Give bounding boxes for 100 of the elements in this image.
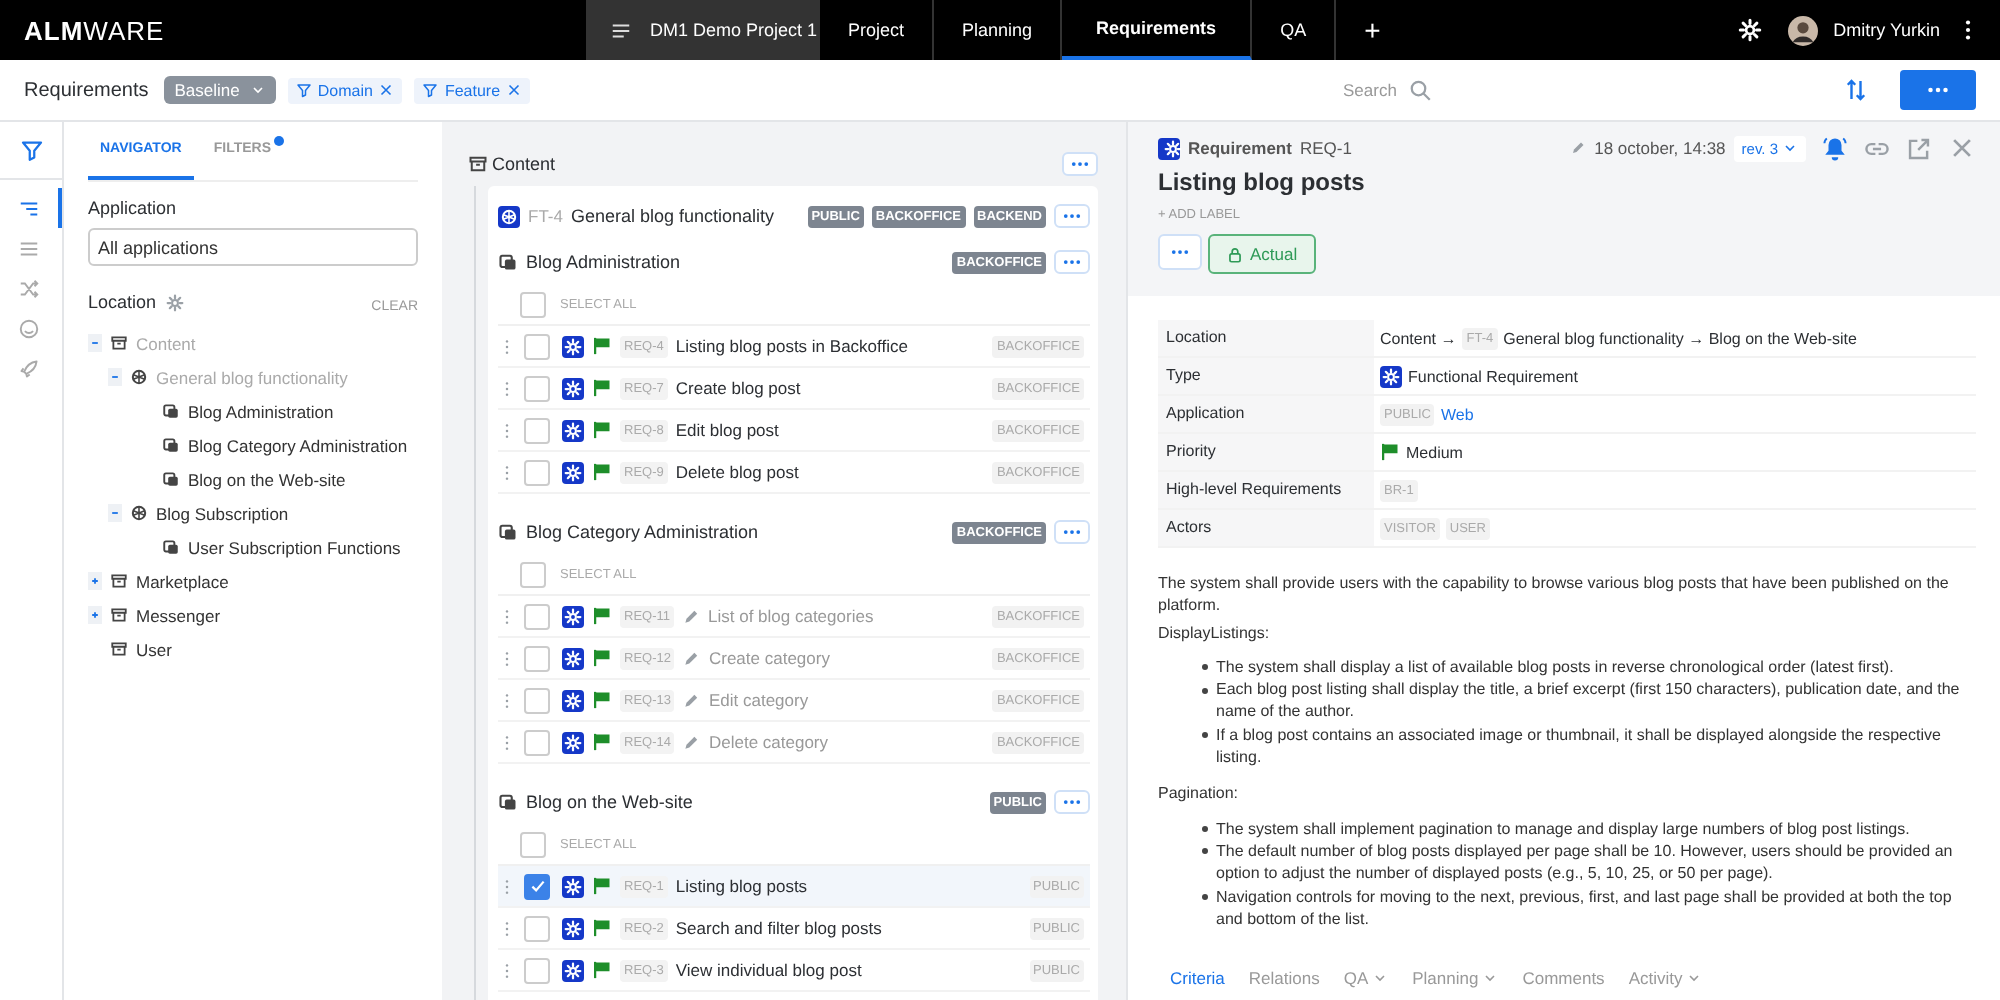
requirement-title[interactable]: Delete blog post [675, 462, 799, 482]
expand-toggle[interactable] [88, 572, 102, 590]
expand-toggle[interactable] [108, 504, 122, 522]
close-icon[interactable] [378, 82, 395, 98]
avatar[interactable] [1787, 15, 1818, 45]
archive-box-icon [110, 640, 128, 658]
checkbox[interactable] [524, 645, 550, 671]
tree-item[interactable]: Blog Category Administration [188, 435, 408, 455]
bullet-icon [1202, 848, 1208, 855]
group-title: Blog Administration [526, 252, 681, 272]
requirement-title[interactable]: Edit blog post [675, 420, 779, 440]
requirement-title[interactable]: Delete category [708, 732, 829, 752]
checkbox[interactable] [524, 333, 550, 359]
requirement-title[interactable]: List of blog categories [708, 606, 874, 626]
requirement-title[interactable]: Listing blog posts in Backoffice [675, 336, 908, 356]
checkbox[interactable] [524, 873, 550, 899]
checkbox[interactable] [524, 459, 550, 485]
nav-tab[interactable]: Project [820, 0, 935, 60]
user-name[interactable]: Dmitry Yurkin [1833, 20, 1940, 40]
property-label: Type [1158, 358, 1374, 394]
baseline-dropdown[interactable]: Baseline [164, 76, 276, 104]
expand-toggle[interactable] [88, 334, 102, 352]
tree-item[interactable]: Marketplace [136, 571, 229, 591]
tree-item[interactable]: User [136, 639, 172, 659]
flag-icon [592, 648, 612, 668]
tree-item[interactable]: User Subscription Functions [188, 537, 401, 557]
checkbox[interactable] [524, 603, 550, 629]
item-id: REQ-1 [1299, 138, 1352, 158]
close-icon[interactable] [1948, 134, 1976, 162]
list-item: Navigation controls for moving to the next, previous, first, and last page shall be provided at both the top and bottom of the list. [1216, 885, 1954, 931]
project-switcher[interactable]: DM1 Demo Project 1 [586, 0, 820, 60]
paragraph: The system shall provide users with the capability to browse various blog posts that have been published on the platform. [1158, 572, 1951, 618]
tree-item[interactable]: Blog on the Web-site [188, 469, 346, 489]
flag-icon [592, 336, 612, 356]
checkbox[interactable] [520, 561, 546, 587]
checkbox[interactable] [520, 831, 546, 857]
requirement-title[interactable]: Create blog post [675, 378, 801, 398]
more-button[interactable] [1054, 250, 1090, 274]
check-icon [527, 876, 547, 896]
tree-item[interactable]: Blog Subscription [156, 503, 289, 523]
checkbox[interactable] [524, 957, 550, 983]
tree-list-icon [18, 197, 40, 219]
archive-box-icon [468, 154, 488, 174]
search-field[interactable]: Search [1343, 80, 1400, 100]
detail-tab[interactable]: QA [1343, 968, 1389, 989]
requirement-title[interactable]: Search and filter blog posts [675, 918, 882, 938]
external-link-icon[interactable] [1906, 135, 1932, 161]
plus-icon [86, 606, 104, 624]
detail-tab[interactable]: Criteria [1170, 968, 1225, 989]
flag-icon [592, 378, 612, 398]
checkbox[interactable] [524, 417, 550, 443]
more-button[interactable] [1054, 204, 1090, 228]
smile-icon [18, 317, 40, 339]
property-label: Actors [1158, 510, 1374, 546]
tree-item[interactable]: Blog Administration [188, 401, 334, 421]
gear-glyph-icon [1164, 139, 1182, 157]
expand-toggle[interactable] [108, 368, 122, 386]
property-label: Application [1158, 396, 1374, 432]
filter-chip[interactable]: Domain [287, 77, 403, 103]
field-label: Application [88, 198, 179, 218]
nav-tab[interactable]: QA [1252, 0, 1337, 60]
requirement-title[interactable]: View individual blog post [675, 960, 862, 980]
list-item: The default number of blog posts displayed per page shall be 10. However, users should be provided an option to adjust the number of displayed posts (e.g., 5, 10, 25, or 50 per page). [1216, 839, 1955, 886]
detail-tab[interactable]: Activity [1628, 968, 1703, 989]
checkbox[interactable] [524, 375, 550, 401]
page-title: Requirements [24, 79, 149, 101]
paragraph: DisplayListings: [1158, 621, 1272, 644]
checkbox[interactable] [524, 915, 550, 941]
application-field[interactable]: All applications [88, 228, 418, 266]
edited-time: 18 october, 14:38 [1594, 138, 1726, 158]
nav-tab[interactable]: Planning [934, 0, 1063, 60]
flag-icon [592, 918, 612, 938]
sort-icon[interactable] [1844, 78, 1868, 102]
filter-chip[interactable]: Feature [414, 77, 531, 103]
feature-title: General blog functionality [570, 206, 775, 226]
more-button[interactable] [1054, 790, 1090, 814]
checkbox[interactable] [520, 291, 546, 317]
detail-tab[interactable]: Planning [1412, 968, 1499, 989]
more-button[interactable] [1062, 152, 1098, 176]
expand-toggle[interactable] [88, 606, 102, 624]
close-icon[interactable] [506, 82, 523, 98]
requirement-title[interactable]: Edit category [708, 690, 809, 710]
requirement-title[interactable]: Listing blog posts [675, 876, 808, 896]
detail-tab[interactable]: Comments [1522, 968, 1605, 989]
more-button[interactable] [1158, 234, 1202, 270]
requirement-title[interactable]: Create category [708, 648, 830, 668]
property-value: General blog functionality → Blog on the Web-site [1503, 329, 1857, 347]
more-button[interactable] [1054, 520, 1090, 544]
nav-tab[interactable]: Requirements [1062, 0, 1253, 60]
checkbox[interactable] [524, 729, 550, 755]
add-tab-button[interactable]: + [1336, 0, 1409, 60]
bell-icon[interactable] [1822, 135, 1848, 161]
link[interactable]: Web [1440, 405, 1474, 423]
status-button[interactable]: Actual [1208, 234, 1316, 274]
search-icon [1407, 78, 1432, 102]
tree-item[interactable]: Messenger [136, 605, 221, 625]
detail-tab[interactable]: Relations [1248, 968, 1320, 989]
filter-icon[interactable] [19, 138, 43, 162]
item-title: Listing blog posts [1158, 168, 1367, 196]
checkbox[interactable] [524, 687, 550, 713]
